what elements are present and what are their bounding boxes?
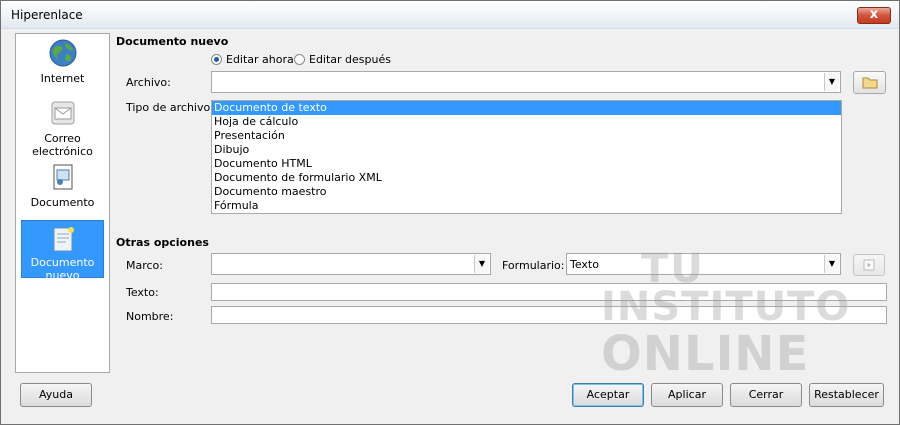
- new-document-section-title: Documento nuevo: [116, 35, 229, 48]
- browse-folder-button[interactable]: [853, 71, 886, 94]
- list-item[interactable]: Hoja de cálculo: [212, 115, 841, 129]
- sidebar-item-internet[interactable]: Internet: [21, 38, 104, 85]
- watermark-line: ONLINE: [601, 326, 810, 382]
- sidebar-item-new-document[interactable]: Documento nuevo: [21, 220, 104, 282]
- hyperlink-dialog: Hiperenlace x Internet Correo electrónic…: [0, 0, 900, 425]
- file-type-label: Tipo de archivo:: [126, 101, 214, 114]
- form-label: Formulario:: [502, 259, 565, 272]
- new-document-icon: [53, 227, 74, 252]
- list-item[interactable]: Dibujo: [212, 143, 841, 157]
- title-bar: Hiperenlace x: [1, 1, 899, 29]
- list-item[interactable]: Documento de formulario XML: [212, 171, 841, 185]
- chevron-down-icon[interactable]: ▼: [824, 73, 839, 91]
- close-icon: x: [869, 7, 879, 22]
- form-value: Texto: [570, 258, 599, 271]
- edit-later-radio[interactable]: Editar después: [294, 53, 391, 66]
- text-label: Texto:: [126, 286, 159, 299]
- edit-later-label: Editar después: [309, 53, 391, 66]
- hyperlink-type-sidebar: Internet Correo electrónico Documento Do…: [15, 33, 110, 373]
- edit-now-radio[interactable]: Editar ahora: [211, 53, 294, 66]
- dialog-title: Hiperenlace: [11, 8, 83, 22]
- frame-combobox[interactable]: ▼: [211, 253, 491, 275]
- close-window-button[interactable]: x: [857, 7, 891, 24]
- document-icon: [53, 164, 72, 190]
- name-label: Nombre:: [126, 310, 174, 323]
- other-options-section-title: Otras opciones: [116, 236, 209, 249]
- radio-selected-indicator: [211, 54, 222, 65]
- mail-icon: [51, 101, 74, 125]
- list-item[interactable]: Documento maestro: [212, 185, 841, 199]
- chevron-down-icon[interactable]: ▼: [474, 255, 489, 273]
- list-item[interactable]: Documento HTML: [212, 157, 841, 171]
- sidebar-item-label: Correo electrónico: [32, 132, 93, 158]
- name-field[interactable]: [211, 306, 887, 324]
- chevron-down-icon[interactable]: ▼: [824, 255, 839, 273]
- edit-now-label: Editar ahora: [226, 53, 294, 66]
- file-combobox[interactable]: ▼: [211, 71, 841, 93]
- form-combobox[interactable]: Texto ▼: [566, 253, 841, 275]
- close-button[interactable]: Cerrar: [730, 383, 802, 407]
- play-icon: [863, 259, 875, 271]
- list-item[interactable]: Documento de texto: [212, 101, 841, 115]
- list-item[interactable]: Presentación: [212, 129, 841, 143]
- file-label: Archivo:: [126, 76, 171, 89]
- frame-label: Marco:: [126, 259, 163, 272]
- sidebar-item-label: Documento: [30, 196, 95, 209]
- file-type-list[interactable]: Documento de texto Hoja de cálculo Prese…: [211, 100, 842, 214]
- ok-button[interactable]: Aceptar: [572, 383, 644, 407]
- events-button[interactable]: [853, 254, 885, 276]
- sidebar-item-email[interactable]: Correo electrónico: [21, 98, 104, 158]
- radio-indicator: [294, 54, 305, 65]
- sidebar-item-label: Internet: [40, 72, 85, 85]
- folder-icon: [862, 77, 878, 89]
- help-button[interactable]: Ayuda: [20, 383, 92, 407]
- text-field[interactable]: [211, 283, 887, 301]
- globe-icon: [49, 39, 76, 67]
- sidebar-item-document[interactable]: Documento: [21, 162, 104, 209]
- reset-button[interactable]: Restablecer: [809, 383, 884, 407]
- list-item[interactable]: Fórmula: [212, 199, 841, 213]
- sidebar-item-label: Documento nuevo: [30, 256, 95, 282]
- apply-button[interactable]: Aplicar: [651, 383, 723, 407]
